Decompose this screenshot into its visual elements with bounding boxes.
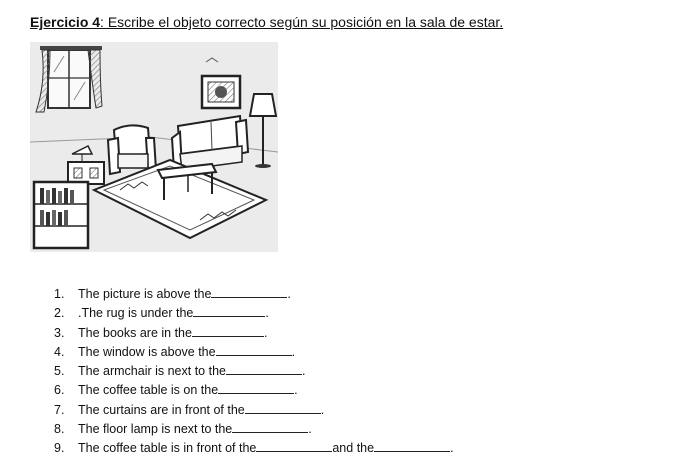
- item-number: 3.: [54, 325, 65, 340]
- item-text: The armchair is next to the: [78, 364, 226, 379]
- answer-blank[interactable]: [244, 401, 321, 414]
- exercise-item-8: 8. The floor lamp is next to the.: [54, 420, 454, 439]
- item-end: .: [263, 325, 268, 340]
- answer-blank[interactable]: [225, 362, 302, 376]
- item-text: The window is above the: [78, 344, 216, 359]
- exercise-item-4: 4. The window is above the.: [54, 343, 454, 362]
- item-number: 4.: [54, 344, 65, 359]
- exercise-item-1: 1. The picture is above the.: [54, 285, 454, 304]
- exercise-item-9: 9. The coffee table is in front of the and…: [54, 439, 454, 458]
- item-number: 9.: [54, 441, 65, 456]
- living-room-illustration: [30, 42, 278, 252]
- item-number: 6.: [54, 383, 65, 398]
- item-text: The floor lamp is next to the: [78, 422, 233, 437]
- item-middle: and the: [332, 441, 375, 456]
- item-end: .: [308, 422, 312, 437]
- item-end: .: [287, 287, 291, 301]
- item-text: The coffee table is on the: [78, 383, 219, 398]
- exercise-item-5: 5. The armchair is next to the.: [54, 362, 454, 381]
- answer-blank[interactable]: [232, 420, 309, 434]
- exercise-list: 1. The picture is above the. 2. .The rug i…: [54, 285, 454, 459]
- item-number: 2.: [54, 306, 65, 321]
- item-end: .: [294, 383, 298, 398]
- exercise-item-7: 7. The curtains are in front of the.: [54, 401, 454, 420]
- answer-blank[interactable]: [215, 343, 292, 356]
- item-number: 5.: [54, 364, 65, 379]
- exercise-label: Ejercicio 4: [30, 14, 101, 30]
- answer-blank[interactable]: [218, 381, 295, 395]
- answer-blank[interactable]: [211, 285, 288, 298]
- answer-blank[interactable]: [256, 439, 333, 453]
- item-end: .: [301, 364, 306, 379]
- exercise-item-2: 2. .The rug is under the.: [54, 304, 454, 323]
- item-end: .: [450, 441, 454, 456]
- item-text: The picture is above the: [78, 287, 212, 301]
- item-text: The coffee table is in front of the: [78, 441, 257, 456]
- item-number: 7.: [54, 402, 65, 417]
- exercise-item-6: 6. The coffee table is on the.: [54, 381, 454, 400]
- armchair-icon: [106, 124, 158, 176]
- exercise-heading: Ejercicio 4: Escribe el objeto correcto …: [30, 14, 503, 30]
- item-text: The curtains are in front of the: [78, 402, 245, 417]
- item-end: .: [320, 402, 325, 417]
- item-text: .The rug is under the: [78, 306, 194, 321]
- bookcase-icon: [32, 180, 90, 250]
- item-number: 1.: [54, 287, 65, 301]
- exercise-item-3: 3. The books are in the.: [54, 324, 454, 343]
- answer-blank[interactable]: [374, 439, 451, 453]
- item-end: .: [291, 344, 296, 359]
- item-number: 8.: [54, 422, 65, 437]
- answer-blank[interactable]: [191, 324, 264, 337]
- item-end: .: [265, 306, 269, 321]
- answer-blank[interactable]: [193, 304, 266, 318]
- exercise-instruction: : Escribe el objeto correcto según su po…: [100, 14, 504, 30]
- item-text: The books are in the: [78, 325, 192, 340]
- window-icon: [47, 49, 91, 109]
